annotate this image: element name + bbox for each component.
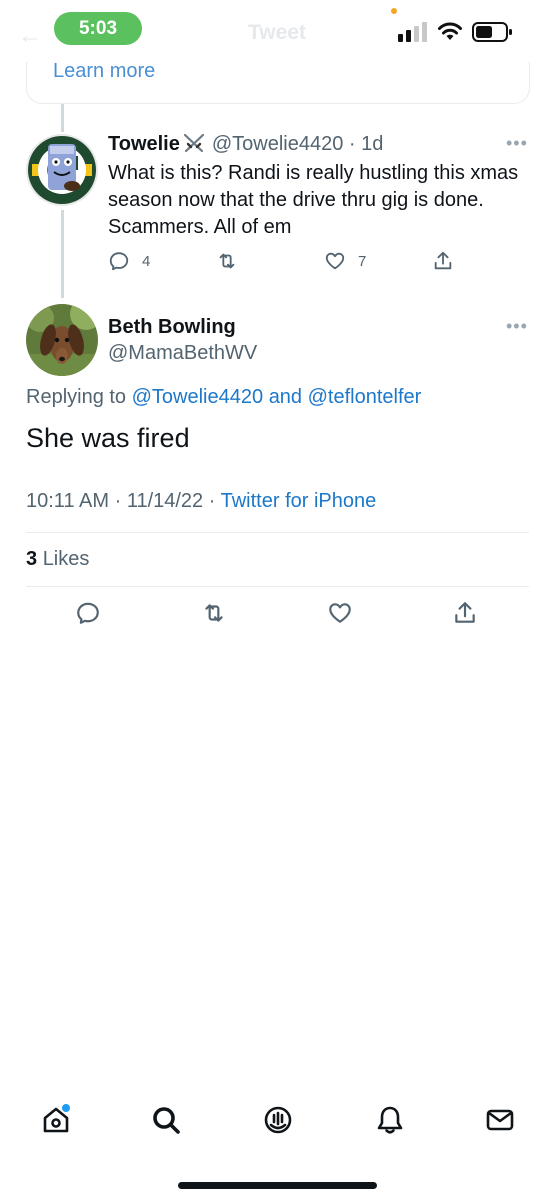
separator-dot: ·	[109, 490, 127, 512]
tweet-time: 10:11 AM	[26, 490, 110, 512]
tab-notifications[interactable]	[370, 1100, 410, 1140]
reply-icon	[109, 252, 129, 271]
spaces-icon	[264, 1106, 292, 1134]
mention-and[interactable]: and	[269, 386, 302, 408]
like-button[interactable]	[327, 600, 353, 626]
share-button[interactable]	[452, 600, 478, 626]
thread-line	[61, 210, 64, 298]
tweet-action-bar	[0, 600, 555, 630]
tweet-age: 1d	[361, 133, 384, 155]
battery-icon	[472, 22, 512, 42]
home-indicator[interactable]	[178, 1182, 377, 1189]
tweet-action-bar: 4 7	[108, 248, 458, 276]
tweet-text: What is this? Randi is really hustling t…	[108, 162, 519, 238]
heart-icon	[329, 603, 351, 623]
tweet-author-row: Towelie @Towelie4420 · 1d	[108, 133, 383, 156]
page-title: Tweet	[248, 21, 306, 44]
mention-link[interactable]: @teflontelfer	[308, 386, 422, 408]
more-options-icon[interactable]: •••	[506, 316, 528, 337]
crossed-swords-icon	[183, 133, 204, 153]
likes-count: 3	[26, 548, 38, 570]
avatar[interactable]	[26, 304, 98, 376]
share-button[interactable]	[432, 248, 454, 274]
divider	[26, 532, 529, 533]
display-name[interactable]: Towelie	[108, 133, 180, 155]
learn-more-link[interactable]: Learn more	[53, 60, 155, 83]
reply-button[interactable]	[75, 600, 101, 626]
tweet-meta: 10:11 AM · 11/14/22 · Twitter for iPhone	[26, 490, 376, 513]
divider	[26, 586, 529, 587]
share-icon	[434, 251, 452, 270]
mention-link[interactable]: @Towelie4420	[132, 386, 264, 408]
reply-button[interactable]: 4	[108, 248, 150, 274]
tweet-date: 11/14/22	[126, 490, 204, 512]
privacy-indicator-dot	[391, 8, 397, 14]
notifications-icon	[377, 1106, 403, 1134]
messages-icon	[486, 1109, 514, 1131]
back-arrow-icon[interactable]: ←	[18, 22, 42, 50]
avatar[interactable]	[26, 134, 98, 206]
tweet-text: She was fired	[26, 423, 190, 453]
cellular-signal-icon	[398, 22, 427, 42]
tweet-source-link[interactable]: Twitter for iPhone	[221, 490, 377, 512]
separator-dot: ·	[203, 490, 221, 512]
separator-dot: ·	[343, 133, 362, 155]
replying-to-label: Replying to	[26, 386, 127, 408]
more-options-icon[interactable]: •••	[506, 133, 528, 154]
retweet-icon	[219, 253, 235, 269]
tab-home[interactable]	[36, 1100, 76, 1140]
handle[interactable]: @MamaBethWV	[108, 342, 257, 365]
retweet-icon	[205, 604, 223, 622]
likes-summary[interactable]: 3 Likes	[26, 548, 89, 571]
share-icon	[455, 602, 475, 623]
handle[interactable]: @Towelie4420	[212, 133, 344, 155]
like-count: 7	[358, 252, 367, 270]
reply-icon	[77, 602, 99, 624]
likes-label: Likes	[42, 548, 90, 570]
like-button[interactable]: 7	[324, 248, 366, 274]
bottom-tab-bar	[0, 1100, 555, 1150]
tab-spaces[interactable]	[258, 1100, 298, 1140]
reply-count: 4	[142, 252, 151, 270]
tab-messages[interactable]	[480, 1100, 520, 1140]
status-time: 5:03	[54, 12, 142, 45]
thread-line	[61, 104, 64, 132]
heart-icon	[325, 252, 345, 270]
wifi-icon	[438, 22, 462, 40]
retweet-button[interactable]	[201, 600, 227, 626]
tab-search[interactable]	[146, 1100, 186, 1140]
display-name[interactable]: Beth Bowling	[108, 316, 236, 339]
status-bar: ← Tweet 5:03	[0, 0, 555, 62]
retweet-button[interactable]	[216, 248, 238, 274]
replying-to-line: Replying to @Towelie4420 and @teflontelf…	[26, 386, 421, 409]
search-icon	[153, 1107, 180, 1134]
home-notification-dot	[62, 1104, 70, 1112]
